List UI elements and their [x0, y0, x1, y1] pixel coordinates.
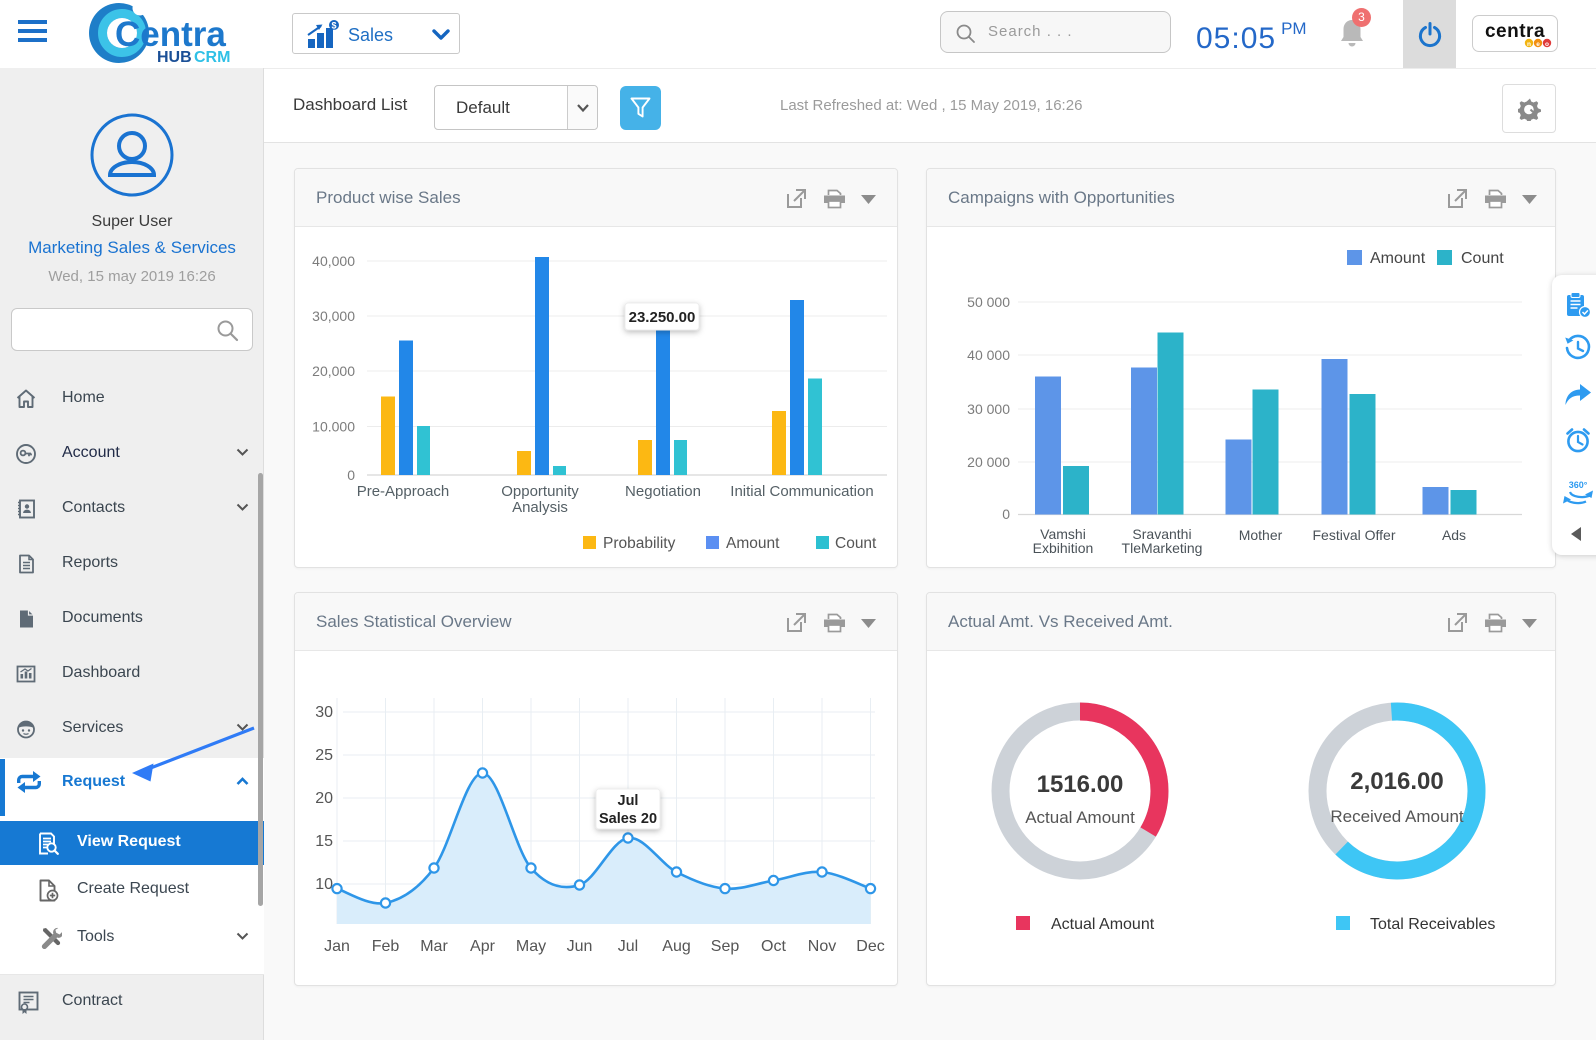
svg-text:Jan: Jan [324, 938, 350, 955]
svg-text:15: 15 [315, 833, 333, 850]
svg-text:Apr: Apr [470, 938, 496, 955]
svg-text:40,000: 40,000 [312, 253, 355, 269]
svg-text:$: $ [331, 21, 336, 31]
svg-text:Jul: Jul [618, 938, 638, 955]
svg-text:20: 20 [315, 790, 333, 807]
svg-text:May: May [516, 938, 546, 955]
svg-text:Festival Offer: Festival Offer [1313, 527, 1396, 543]
svg-text:25: 25 [315, 747, 333, 764]
svg-text:Mar: Mar [420, 938, 448, 955]
svg-text:30: 30 [315, 704, 333, 721]
svg-text:Feb: Feb [372, 938, 400, 955]
svg-text:40 000: 40 000 [967, 347, 1010, 363]
svg-text:30 000: 30 000 [967, 401, 1010, 417]
svg-text:Jun: Jun [567, 938, 593, 955]
svg-text:n: n [1527, 41, 1531, 48]
svg-text:o: o [1545, 41, 1549, 48]
svg-text:Count: Count [1461, 250, 1504, 267]
svg-text:e: e [1536, 41, 1540, 48]
svg-text:Initial Communication: Initial Communication [730, 483, 873, 500]
svg-text:Opportunity: Opportunity [501, 483, 579, 500]
svg-text:Nov: Nov [808, 938, 836, 955]
svg-text:Sep: Sep [711, 938, 740, 955]
svg-text:Exbihition: Exbihition [1033, 540, 1094, 556]
svg-text:10.000: 10.000 [312, 419, 355, 435]
svg-text:CRM: CRM [194, 49, 230, 66]
svg-text:Actual Amount: Actual Amount [1025, 808, 1135, 827]
svg-text:20,000: 20,000 [312, 363, 355, 379]
svg-text:0: 0 [347, 467, 355, 483]
svg-text:50 000: 50 000 [967, 294, 1010, 310]
svg-text:2,016.00: 2,016.00 [1350, 768, 1443, 795]
svg-text:Received Amount: Received Amount [1330, 807, 1464, 826]
svg-text:Aug: Aug [662, 938, 690, 955]
svg-text:Actual Amount: Actual Amount [1051, 916, 1155, 933]
svg-text:Probability: Probability [603, 535, 676, 552]
svg-text:TleMarketing: TleMarketing [1122, 540, 1203, 556]
svg-text:Dec: Dec [856, 938, 884, 955]
svg-text:Negotiation: Negotiation [625, 483, 701, 500]
svg-text:Amount: Amount [726, 535, 780, 552]
svg-text:Oct: Oct [761, 938, 786, 955]
svg-text:HUB: HUB [157, 49, 192, 66]
svg-text:0: 0 [1002, 506, 1010, 522]
svg-text:Sales 20: Sales 20 [599, 811, 657, 827]
svg-text:Analysis: Analysis [512, 499, 568, 516]
svg-text:Ads: Ads [1442, 527, 1466, 543]
svg-text:10: 10 [315, 876, 333, 893]
svg-text:Jul: Jul [618, 793, 639, 809]
svg-text:Pre-Approach: Pre-Approach [357, 483, 450, 500]
svg-text:Amount: Amount [1370, 250, 1426, 267]
svg-text:360°: 360° [1569, 480, 1588, 490]
svg-text:centra: centra [1485, 21, 1545, 42]
svg-text:23.250.00: 23.250.00 [629, 309, 696, 326]
svg-text:1516.00: 1516.00 [1037, 771, 1124, 798]
svg-text:20 000: 20 000 [967, 454, 1010, 470]
svg-text:30,000: 30,000 [312, 308, 355, 324]
svg-text:Count: Count [835, 535, 877, 552]
svg-text:Mother: Mother [1239, 527, 1283, 543]
svg-text:Total Receivables: Total Receivables [1370, 916, 1495, 933]
